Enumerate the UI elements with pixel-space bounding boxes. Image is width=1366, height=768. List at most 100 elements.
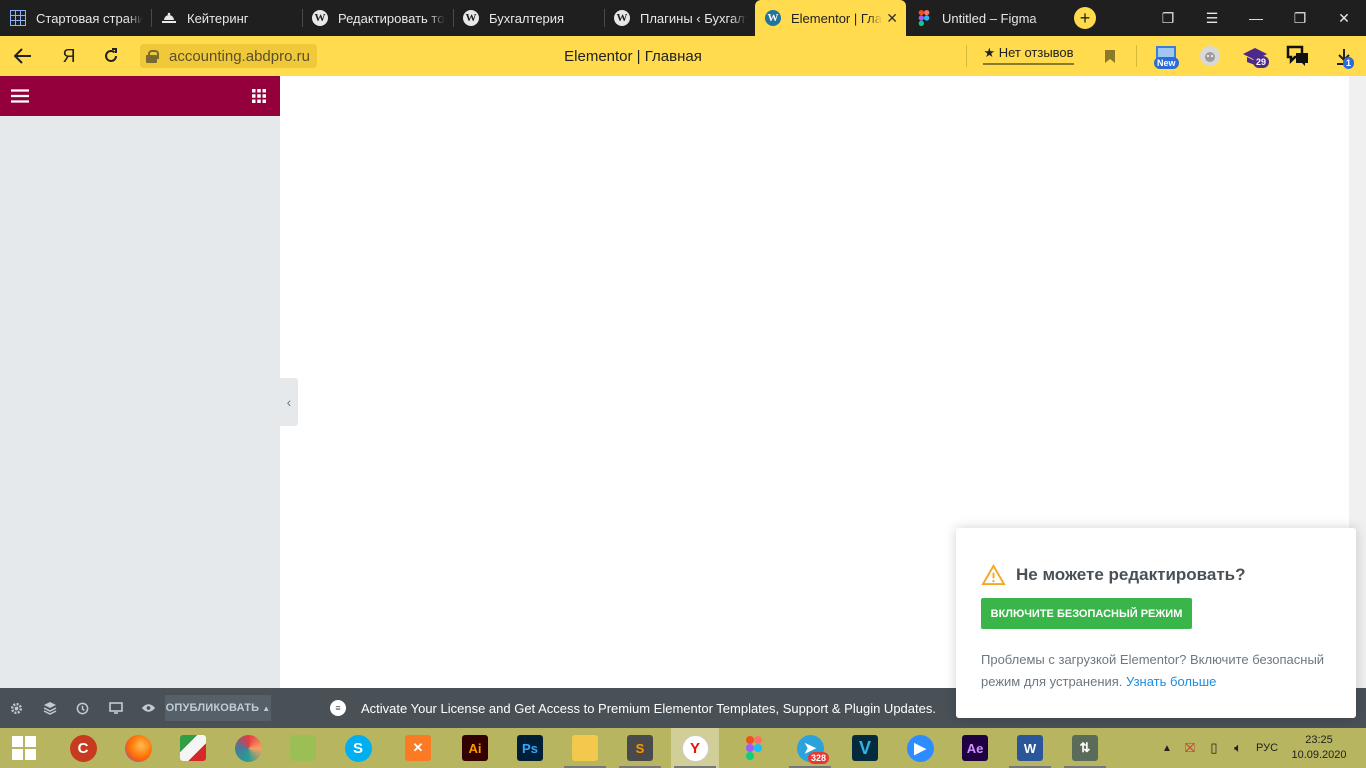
responsive-desktop-icon[interactable] [99, 688, 132, 728]
tab-plugins[interactable]: W Плагины ‹ Бухгалтерия [604, 0, 755, 36]
figma-icon [916, 10, 932, 26]
wordpress-icon: W [312, 10, 328, 26]
tab-title: Плагины ‹ Бухгалтерия [640, 10, 747, 26]
translate-extension-icon[interactable] [1284, 43, 1312, 69]
chevron-left-icon: ‹ [286, 394, 292, 410]
mail-extension-icon[interactable]: 29 [1240, 43, 1270, 69]
clock-time: 23:25 [1305, 734, 1333, 746]
navigator-layers-icon[interactable] [33, 688, 66, 728]
publish-label: ОПУБЛИКОВАТЬ [165, 702, 260, 714]
tab-edit-product[interactable]: W Редактировать товар [302, 0, 453, 36]
ccleaner-icon[interactable]: C [59, 728, 107, 768]
tab-accounting[interactable]: W Бухгалтерия [453, 0, 604, 36]
skype-icon[interactable]: S [334, 728, 382, 768]
collapse-panel-button[interactable]: ‹ [280, 378, 298, 426]
telegram-unread-badge: 328 [808, 752, 830, 764]
caret-up-icon[interactable]: ▲ [262, 704, 270, 713]
reviews-button[interactable]: ★ Нет отзывов [983, 43, 1074, 65]
bookmark-icon[interactable] [1100, 46, 1120, 66]
paint-icon[interactable] [224, 728, 272, 768]
news-extension-icon[interactable]: New [1152, 43, 1179, 69]
warning-icon [981, 564, 1006, 585]
new-badge: New [1154, 57, 1179, 69]
system-tray: ▲ ⛝ ▯ 🔈︎ РУС 23:25 10.09.2020 [1156, 728, 1366, 768]
downloads-count-badge: 1 [1343, 57, 1355, 69]
tab-catering[interactable]: Кейтеринг [151, 0, 302, 36]
photoshop-icon[interactable]: Ps [506, 728, 554, 768]
tabs-menu-icon[interactable]: ❐ [1146, 0, 1190, 36]
word-icon[interactable]: W [1006, 728, 1054, 768]
menu-icon[interactable]: ☰ [1190, 0, 1234, 36]
figma-app-icon[interactable] [730, 728, 778, 768]
yandex-browser-icon[interactable]: Y [671, 728, 719, 768]
elementor-panel-header [0, 76, 280, 116]
safe-mode-dialog-header: Не можете редактировать? [981, 564, 1246, 585]
minimize-icon[interactable]: — [1234, 0, 1278, 36]
toolbar-divider [966, 45, 967, 67]
widgets-grid-icon[interactable] [250, 88, 268, 104]
safe-mode-title: Не можете редактировать? [1016, 564, 1246, 584]
volume-icon[interactable]: 🔈︎ [1226, 740, 1250, 756]
show-hidden-icons-icon[interactable]: ▲ [1156, 743, 1178, 754]
tab-elementor[interactable]: W Elementor | Главная ✕ [755, 0, 906, 36]
hamburger-menu-icon[interactable] [10, 88, 30, 104]
network-app-icon[interactable]: ⇅ [1061, 728, 1109, 768]
firefox-icon[interactable] [114, 728, 162, 768]
vectorworks-icon[interactable]: V [841, 728, 889, 768]
window-controls: ❐ ☰ — ❐ ✕ [1146, 0, 1366, 36]
enable-safe-mode-button[interactable]: ВКЛЮЧИТЕ БЕЗОПАСНЫЙ РЕЖИМ [981, 598, 1192, 629]
battery-icon[interactable]: ▯ [1202, 740, 1226, 756]
tab-title: Elementor | Главная [791, 10, 882, 26]
xampp-icon[interactable]: ✕ [394, 728, 442, 768]
tab-title: Стартовая страница [36, 10, 143, 26]
clock[interactable]: 23:25 10.09.2020 [1284, 733, 1354, 763]
start-button[interactable] [0, 728, 48, 768]
tab-start-page[interactable]: Стартовая страница [0, 0, 151, 36]
elementor-logo-icon: ≡ [330, 700, 346, 716]
publish-button[interactable]: ОПУБЛИКОВАТЬ ▲ [165, 695, 271, 721]
wordpress-icon: W [463, 10, 479, 26]
browser-tab-strip: Стартовая страница Кейтеринг W Редактиро… [0, 0, 1366, 36]
language-indicator[interactable]: РУС [1250, 742, 1284, 754]
new-tab-button[interactable]: + [1074, 7, 1096, 29]
illustrator-icon[interactable]: Ai [451, 728, 499, 768]
windows-logo-icon [12, 736, 36, 760]
settings-gear-icon[interactable] [0, 688, 33, 728]
safe-mode-message: Проблемы с загрузкой Elementor? Включите… [981, 649, 1341, 693]
wordpress-icon: W [765, 10, 781, 26]
elementor-panel [0, 76, 280, 688]
tab-title: Редактировать товар [338, 10, 445, 26]
windows-taskbar: C S ✕ Ai Ps S Y ➤ 328 V ▶ Ae W ⇅ ▲ ⛝ ▯ 🔈… [0, 728, 1366, 768]
telegram-icon[interactable]: ➤ 328 [786, 728, 834, 768]
tab-figma[interactable]: Untitled – Figma [906, 0, 1057, 36]
winrar-icon[interactable] [169, 728, 217, 768]
usb-eject-icon[interactable]: ⛝ [1178, 740, 1202, 756]
after-effects-icon[interactable]: Ae [951, 728, 999, 768]
zoom-icon[interactable]: ▶ [896, 728, 944, 768]
toolbar-divider [1136, 45, 1137, 67]
learn-more-link[interactable]: Узнать больше [1126, 674, 1216, 689]
tab-title: Бухгалтерия [489, 10, 565, 26]
close-tab-icon[interactable]: ✕ [886, 10, 898, 27]
preview-eye-icon[interactable] [132, 688, 165, 728]
sublime-text-icon[interactable]: S [616, 728, 664, 768]
clock-date: 10.09.2020 [1291, 749, 1347, 761]
notepad-icon[interactable] [279, 728, 327, 768]
restore-icon[interactable]: ❐ [1278, 0, 1322, 36]
browser-toolbar: Я accounting.abdpro.ru Elementor | Главн… [0, 36, 1366, 76]
license-banner-text: Activate Your License and Get Access to … [361, 700, 936, 716]
tab-title: Кейтеринг [187, 10, 249, 26]
safe-mode-dialog: Не можете редактировать? ВКЛЮЧИТЕ БЕЗОПА… [956, 528, 1356, 718]
elementor-panel-footer: ОПУБЛИКОВАТЬ ▲ [0, 688, 280, 728]
grid-icon [10, 10, 26, 26]
wordpress-icon: W [614, 10, 630, 26]
page-title: Elementor | Главная [564, 48, 702, 65]
downloads-icon[interactable]: 1 [1332, 45, 1356, 69]
tab-title: Untitled – Figma [942, 10, 1037, 26]
catering-icon [161, 10, 177, 26]
extension-sheep-icon[interactable] [1198, 44, 1222, 68]
close-window-icon[interactable]: ✕ [1322, 0, 1366, 36]
file-explorer-icon[interactable] [561, 728, 609, 768]
history-icon[interactable] [66, 688, 99, 728]
mail-count-badge: 29 [1253, 56, 1270, 68]
